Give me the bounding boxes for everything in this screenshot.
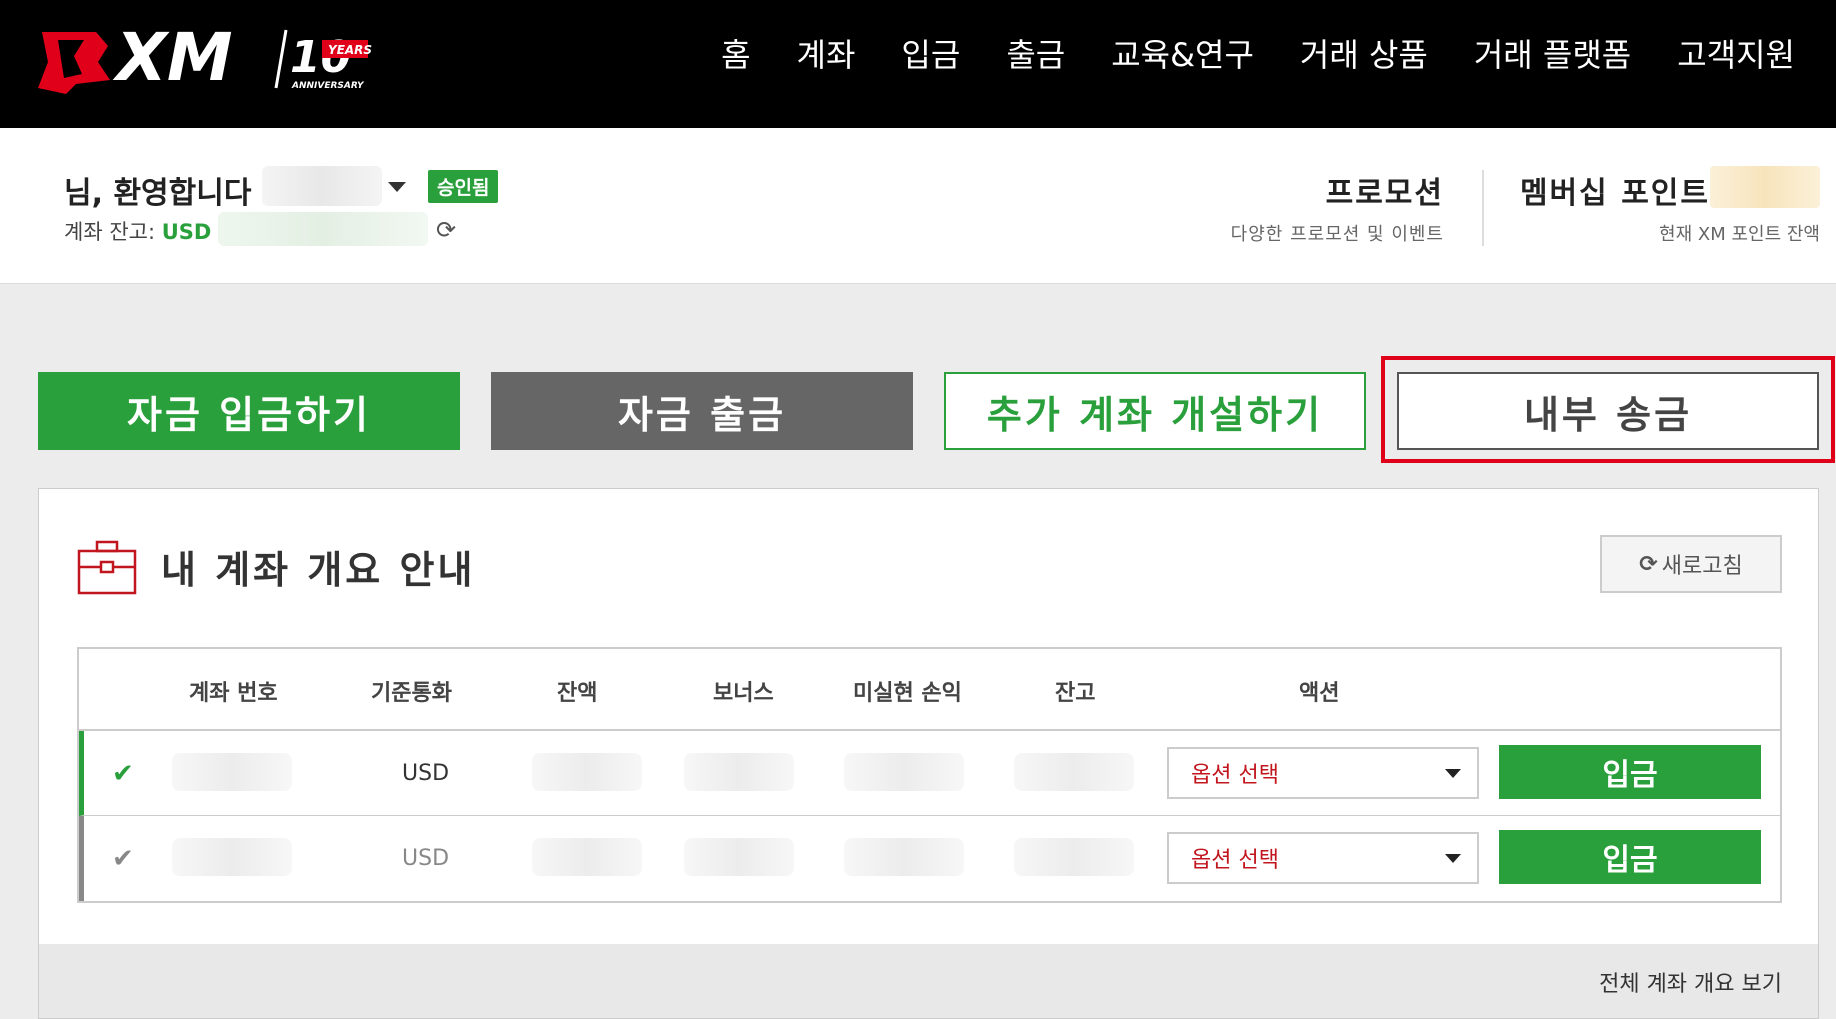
table-row: ✔ USD 옵션 선택 입금 <box>79 816 1780 901</box>
account-overview-panel: 내 계좌 개요 안내 ⟳ 새로고침 계좌 번호 기준통화 잔액 보너스 미실현 … <box>38 488 1819 1019</box>
view-all-accounts-link[interactable]: 전체 계좌 개요 보기 <box>1599 966 1782 998</box>
blurred-balance <box>218 212 428 246</box>
col-bonus: 보너스 <box>713 681 774 706</box>
xm-logo[interactable]: XM 10 YEARS ANNIVERSARY <box>36 19 376 96</box>
chevron-down-icon[interactable]: ✔ <box>112 759 134 789</box>
blurred-pnl-cell <box>844 753 964 791</box>
withdraw-funds-button[interactable]: 자금 출금 <box>491 372 913 450</box>
blurred-equity-cell <box>1014 838 1134 876</box>
option-select-label: 옵션 선택 <box>1191 763 1279 788</box>
blurred-account-number <box>172 753 292 791</box>
overview-title: 내 계좌 개요 안내 <box>161 548 476 592</box>
nav-accounts[interactable]: 계좌 <box>774 30 879 80</box>
refresh-icon: ⟳ <box>1639 551 1658 577</box>
promotions-title: 프로모션 <box>1325 176 1444 211</box>
blurred-bonus-cell <box>684 838 794 876</box>
refresh-label: 새로고침 <box>1661 554 1743 579</box>
nav-home[interactable]: 홈 <box>698 30 773 80</box>
promotions-subtitle: 다양한 프로모션 및 이벤트 <box>1230 224 1444 245</box>
row-currency: USD <box>402 761 450 786</box>
blurred-balance-cell <box>532 838 642 876</box>
blurred-bonus-cell <box>684 753 794 791</box>
promotions-link[interactable]: 프로모션 다양한 프로모션 및 이벤트 <box>1231 168 1444 246</box>
col-action: 액션 <box>1299 681 1340 706</box>
chevron-down-icon[interactable]: ✔ <box>112 844 134 874</box>
anniversary-label: ANNIVERSARY <box>291 81 365 91</box>
balance-label-text: 계좌 잔고: <box>64 220 162 244</box>
refresh-button[interactable]: ⟳ 새로고침 <box>1600 535 1782 593</box>
col-equity: 잔고 <box>1055 681 1096 706</box>
status-badge: 승인됨 <box>428 170 499 203</box>
table-header: 계좌 번호 기준통화 잔액 보너스 미실현 손익 잔고 액션 <box>79 649 1780 731</box>
chevron-down-icon <box>1445 769 1461 778</box>
account-dropdown-caret-icon[interactable] <box>388 182 406 192</box>
row-currency: USD <box>402 846 450 871</box>
main-nav: 홈 계좌 입금 출금 교육&연구 거래 상품 거래 플랫폼 고객지원 <box>698 30 1818 80</box>
table-row: ✔ USD 옵션 선택 입금 <box>79 731 1780 816</box>
deposit-funds-button[interactable]: 자금 입금하기 <box>38 372 460 450</box>
top-navigation-bar: XM 10 YEARS ANNIVERSARY 홈 계좌 입금 출금 교육&연구… <box>0 0 1836 128</box>
balance-currency: USD <box>161 220 212 244</box>
row-deposit-button[interactable]: 입금 <box>1499 830 1761 884</box>
blurred-user-name <box>262 166 382 206</box>
membership-subtitle: 현재 XM 포인트 잔액 <box>1659 224 1820 245</box>
briefcase-icon <box>77 539 137 595</box>
col-base-currency: 기준통화 <box>371 681 452 706</box>
nav-trading-platforms[interactable]: 거래 플랫폼 <box>1451 30 1654 80</box>
blurred-points-value <box>1710 166 1820 208</box>
overview-footer: 전체 계좌 개요 보기 <box>39 944 1818 1018</box>
row-deposit-button[interactable]: 입금 <box>1499 745 1761 799</box>
accounts-table: 계좌 번호 기준통화 잔액 보너스 미실현 손익 잔고 액션 ✔ USD 옵션 … <box>77 647 1782 903</box>
nav-support[interactable]: 고객지원 <box>1654 30 1818 80</box>
blurred-pnl-cell <box>844 838 964 876</box>
option-select-label: 옵션 선택 <box>1191 848 1279 873</box>
logo-text: XM <box>112 22 233 94</box>
open-additional-account-button[interactable]: 추가 계좌 개설하기 <box>944 372 1366 450</box>
option-select[interactable]: 옵션 선택 <box>1167 747 1479 799</box>
blurred-account-number <box>172 838 292 876</box>
col-account-number: 계좌 번호 <box>189 681 278 706</box>
anniversary-years: YEARS <box>328 43 372 57</box>
blurred-equity-cell <box>1014 753 1134 791</box>
nav-deposit[interactable]: 입금 <box>878 30 983 80</box>
welcome-greeting: 님, 환영합니다 <box>64 176 252 211</box>
nav-withdrawal[interactable]: 출금 <box>983 30 1088 80</box>
refresh-icon[interactable]: ⟳ <box>436 216 456 244</box>
header-divider <box>1482 170 1484 246</box>
option-select[interactable]: 옵션 선택 <box>1167 832 1479 884</box>
blurred-balance-cell <box>532 753 642 791</box>
chevron-down-icon <box>1445 854 1461 863</box>
col-unrealized-pnl: 미실현 손익 <box>853 681 962 706</box>
highlight-box <box>1381 356 1835 463</box>
nav-trading-products[interactable]: 거래 상품 <box>1277 30 1451 80</box>
account-header: 님, 환영합니다 승인됨 계좌 잔고: USD ⟳ 프로모션 다양한 프로모션 … <box>0 128 1836 284</box>
balance-label: 계좌 잔고: USD <box>64 216 211 246</box>
col-balance: 잔액 <box>557 681 598 706</box>
nav-education-research[interactable]: 교육&연구 <box>1088 30 1277 80</box>
